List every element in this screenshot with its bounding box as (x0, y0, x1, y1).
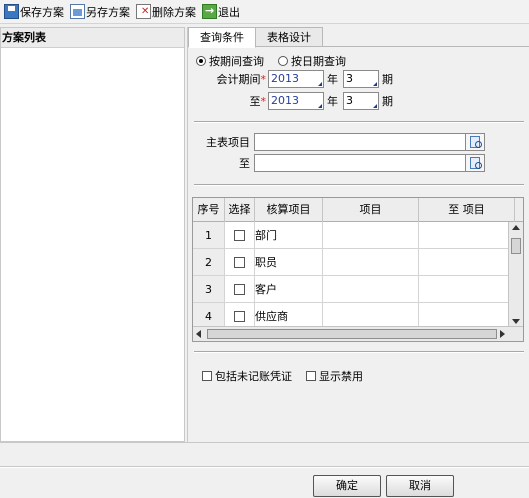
footer-divider (0, 466, 529, 468)
include-unposted-label: 包括未记账凭证 (215, 370, 292, 383)
row-checkbox[interactable] (234, 283, 245, 295)
grid-header-cell: 项目 (323, 198, 419, 222)
delete-scheme-label: 删除方案 (152, 5, 196, 19)
grid-vertical-scrollbar[interactable] (508, 222, 523, 327)
grid-header-cell (515, 198, 523, 222)
section-divider (194, 121, 524, 123)
period-unit-label: 期 (382, 95, 393, 108)
main-item-to-input[interactable] (254, 154, 466, 172)
row-number: 2 (193, 249, 225, 276)
tab-query-conditions[interactable]: 查询条件 (188, 27, 256, 48)
show-disabled-label: 显示禁用 (319, 370, 363, 383)
row-item-name: 部门 (255, 222, 323, 249)
grid-header-cell: 至 项目 (419, 198, 515, 222)
accounting-items-grid: 序号 选择 核算项目 项目 至 项目 1 部门 2 职员 3 客户 4 供应商 (192, 197, 524, 342)
scroll-right-icon[interactable] (500, 330, 505, 338)
row-item-from[interactable] (323, 222, 419, 249)
exit-icon (202, 4, 217, 19)
scheme-list-panel[interactable]: 方案列表 (0, 27, 185, 442)
section-divider (194, 184, 524, 186)
row-item-to[interactable] (419, 249, 515, 276)
save-as-icon (70, 4, 85, 19)
query-mode-radios: 按期间查询 按日期查询 (196, 53, 360, 69)
row-checkbox[interactable] (234, 310, 245, 322)
radio-by-date[interactable]: 按日期查询 (278, 53, 346, 69)
exit-label: 退出 (218, 5, 240, 19)
radio-by-period[interactable]: 按期间查询 (196, 53, 264, 69)
scroll-thumb[interactable] (511, 238, 521, 254)
scroll-up-icon[interactable] (512, 225, 520, 230)
lookup-icon[interactable] (465, 154, 485, 172)
row-checkbox[interactable] (234, 229, 245, 241)
period-from-label: 会计期间* (216, 73, 267, 86)
scroll-thumb[interactable] (207, 329, 497, 339)
row-item-name: 职员 (255, 249, 323, 276)
year-unit-label: 年 (327, 95, 338, 108)
save-scheme-button[interactable]: 保存方案 (2, 2, 66, 22)
row-number: 3 (193, 276, 225, 303)
tab-bar: 查询条件 表格设计 (188, 27, 323, 48)
year-to-input[interactable]: 2013 (268, 92, 324, 110)
period-from-row: 会计期间* 2013 年 3 期 (188, 70, 396, 88)
checkbox-icon[interactable] (306, 371, 316, 381)
delete-scheme-button[interactable]: 删除方案 (134, 2, 198, 22)
save-scheme-label: 保存方案 (20, 5, 64, 19)
row-number: 1 (193, 222, 225, 249)
year-unit-label: 年 (327, 73, 338, 86)
dialog-footer: 确定 取消 (0, 442, 529, 498)
table-row[interactable]: 3 客户 (193, 276, 515, 303)
save-icon (4, 4, 19, 19)
grid-horizontal-scrollbar[interactable] (193, 326, 523, 341)
radio-by-period-label: 按期间查询 (209, 55, 264, 68)
cancel-button[interactable]: 取消 (386, 475, 454, 497)
row-select-cell[interactable] (225, 276, 255, 303)
row-item-name: 客户 (255, 276, 323, 303)
grid-header: 序号 选择 核算项目 项目 至 项目 (193, 198, 523, 222)
save-as-scheme-button[interactable]: 另存方案 (68, 2, 132, 22)
main-item-label: 主表项目 (206, 136, 250, 149)
row-item-from[interactable] (323, 276, 419, 303)
save-as-scheme-label: 另存方案 (86, 5, 130, 19)
tab-table-design[interactable]: 表格设计 (255, 27, 323, 47)
checkbox-icon[interactable] (202, 371, 212, 381)
toolbar: 保存方案 另存方案 删除方案 退出 (0, 0, 529, 24)
row-item-to[interactable] (419, 222, 515, 249)
radio-unselected-icon (278, 56, 288, 66)
year-from-input[interactable]: 2013 (268, 70, 324, 88)
radio-by-date-label: 按日期查询 (291, 55, 346, 68)
ok-button[interactable]: 确定 (313, 475, 381, 497)
scroll-down-icon[interactable] (512, 319, 520, 324)
scroll-left-icon[interactable] (196, 330, 201, 338)
month-to-input[interactable]: 3 (343, 92, 379, 110)
include-unposted-checkbox[interactable]: 包括未记账凭证 (202, 368, 292, 384)
table-row[interactable]: 2 职员 (193, 249, 515, 276)
row-select-cell[interactable] (225, 249, 255, 276)
period-to-row: 至* 2013 年 3 期 (188, 92, 396, 110)
row-item-from[interactable] (323, 249, 419, 276)
lookup-icon[interactable] (465, 133, 485, 151)
radio-selected-icon (196, 56, 206, 66)
month-from-input[interactable]: 3 (343, 70, 379, 88)
grid-header-cell: 选择 (225, 198, 255, 222)
period-unit-label: 期 (382, 73, 393, 86)
query-panel: 查询条件 表格设计 按期间查询 按日期查询 会计期间* 2013 年 3 期 至… (187, 27, 529, 442)
row-item-to[interactable] (419, 276, 515, 303)
main-item-row: 主表项目 (196, 133, 485, 151)
main-item-input[interactable] (254, 133, 466, 151)
main-item-to-label: 至 (239, 157, 250, 170)
show-disabled-checkbox[interactable]: 显示禁用 (306, 368, 363, 384)
main-item-to-row: 至 (196, 154, 485, 172)
row-select-cell[interactable] (225, 222, 255, 249)
grid-header-cell: 序号 (193, 198, 225, 222)
exit-button[interactable]: 退出 (200, 2, 242, 22)
row-checkbox[interactable] (234, 256, 245, 268)
period-to-label: 至* (249, 95, 267, 108)
grid-header-cell: 核算项目 (255, 198, 323, 222)
delete-icon (136, 4, 151, 19)
options-row: 包括未记账凭证 显示禁用 (202, 368, 377, 384)
scheme-list-title: 方案列表 (1, 28, 184, 48)
section-divider (194, 351, 524, 353)
table-row[interactable]: 1 部门 (193, 222, 515, 249)
